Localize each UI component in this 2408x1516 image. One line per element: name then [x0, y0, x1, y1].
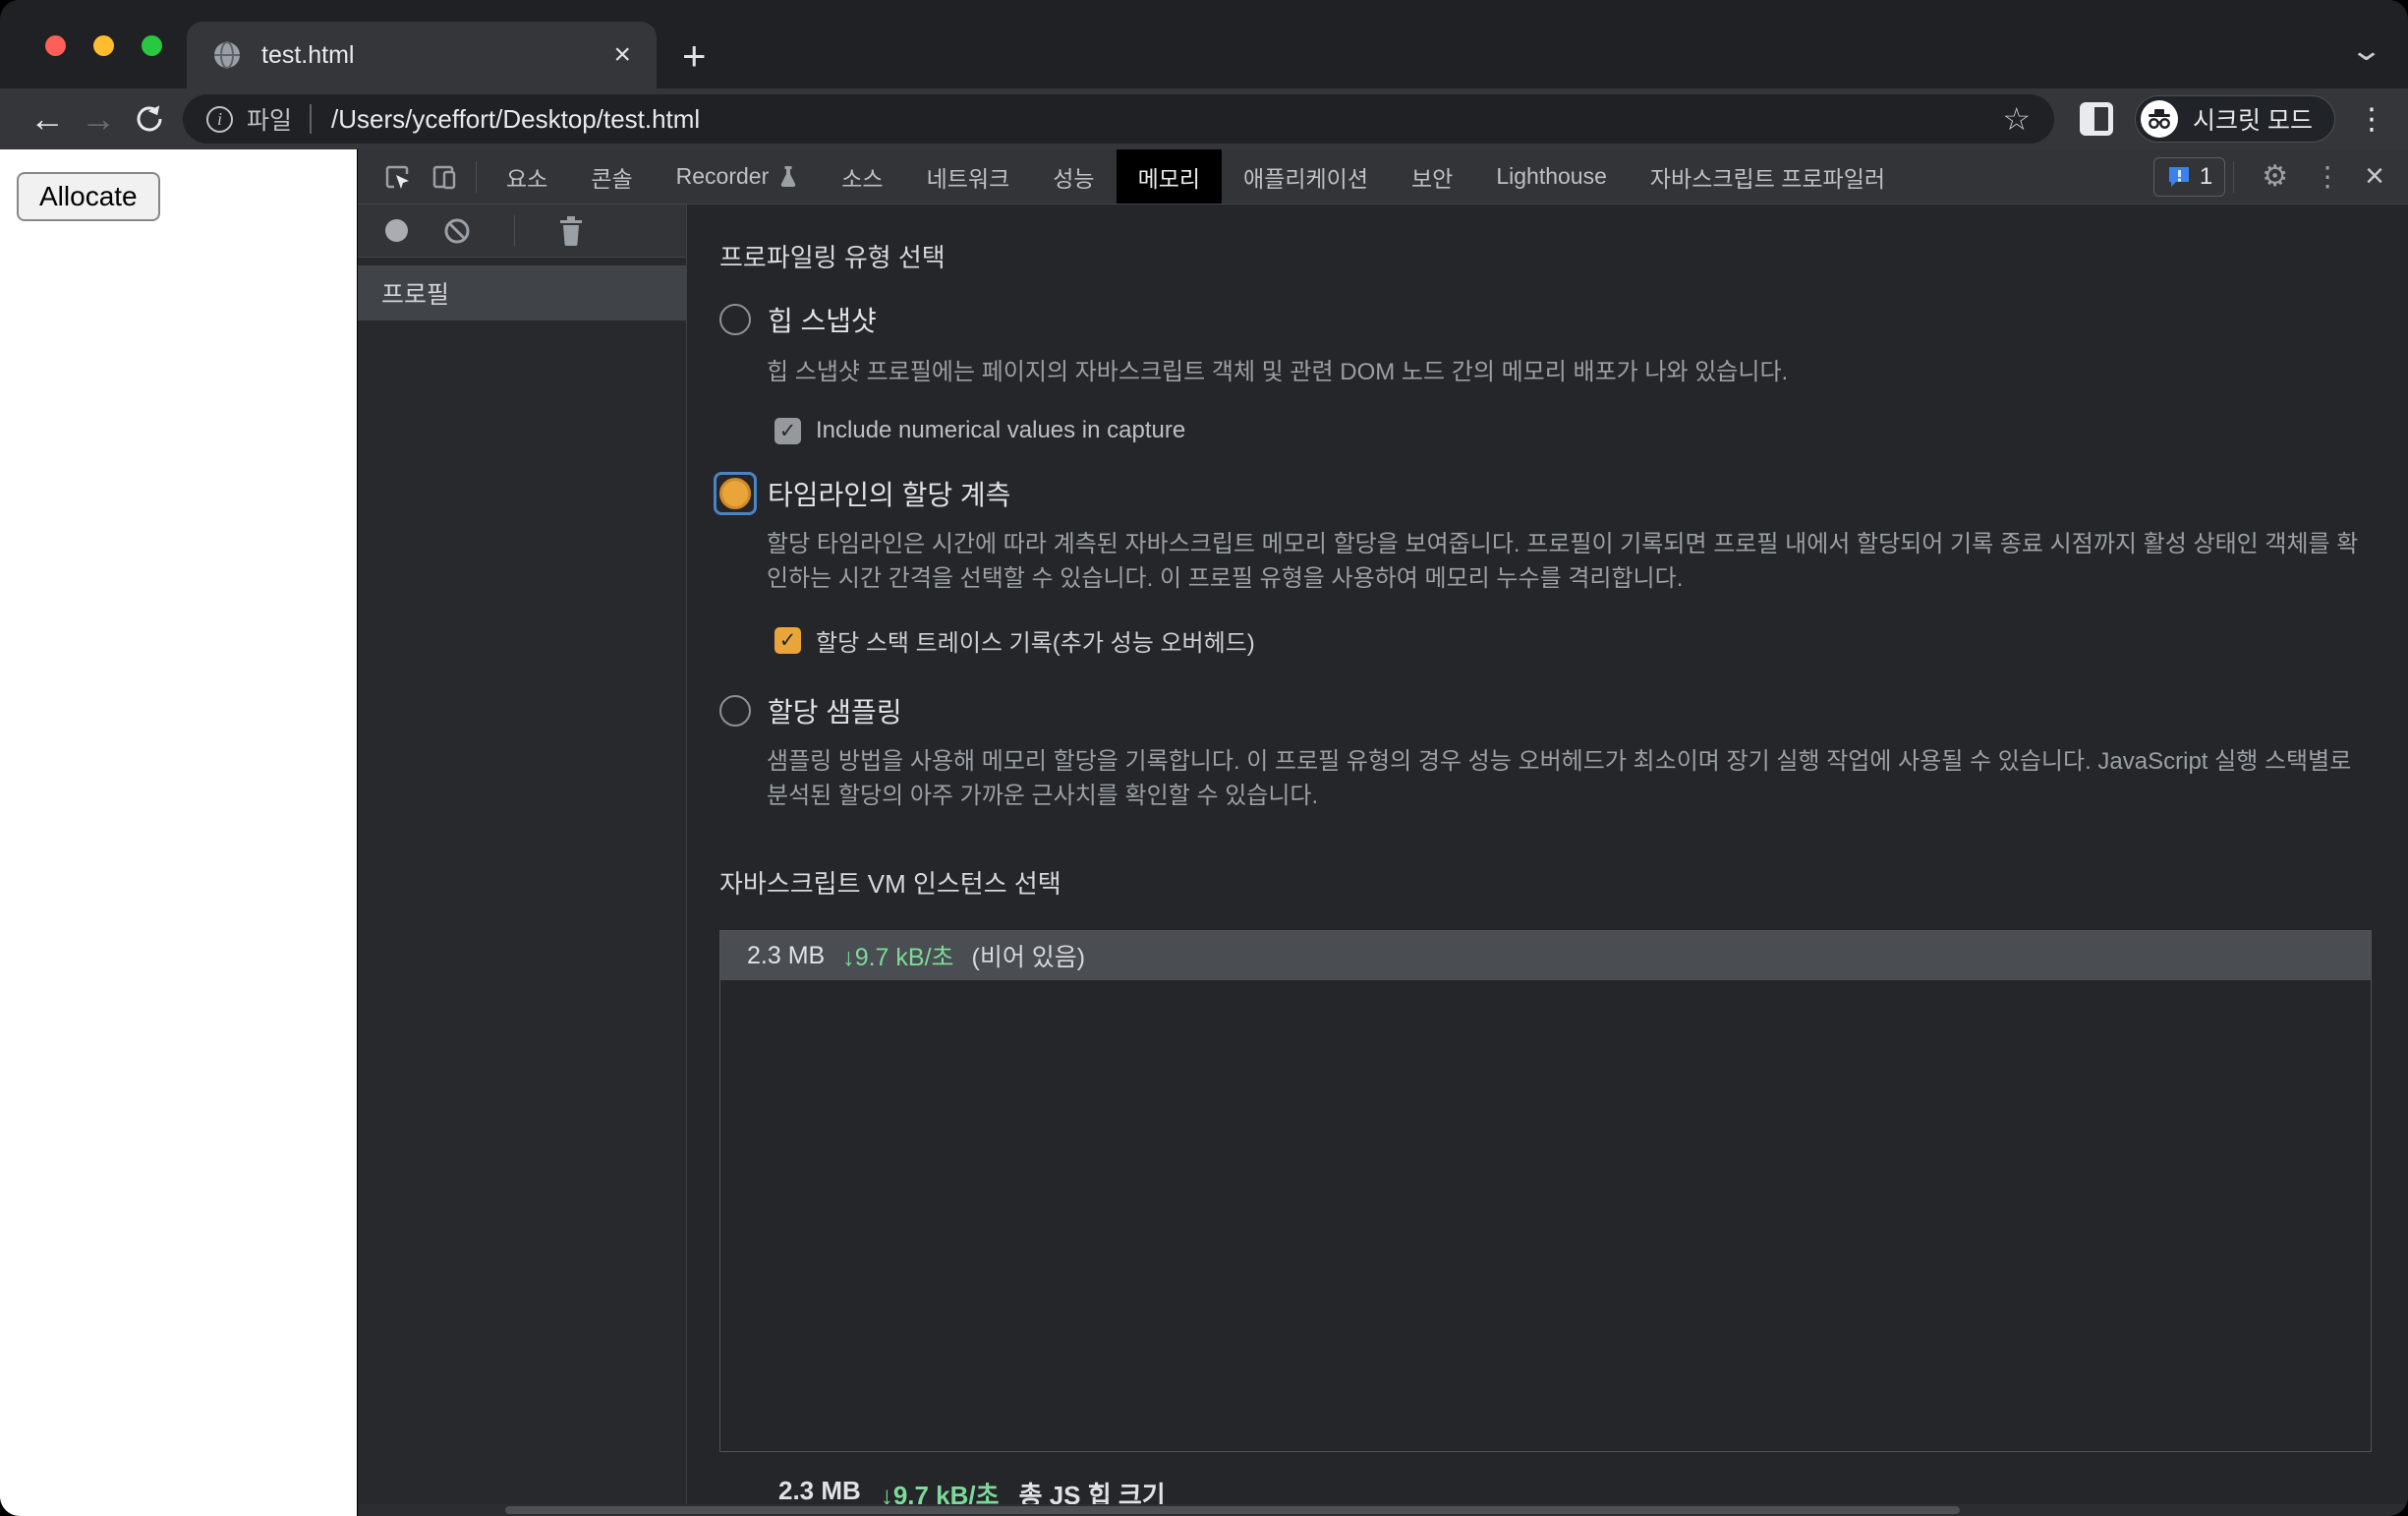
- reload-icon[interactable]: [124, 103, 175, 135]
- info-icon[interactable]: i: [206, 105, 233, 133]
- clear-icon[interactable]: [443, 217, 471, 245]
- include-numerical-checkbox-row[interactable]: Include numerical values in capture: [774, 417, 2372, 444]
- option-description: 힙 스냅샷 프로필에는 페이지의 자바스크립트 객체 및 관련 DOM 노드 간…: [767, 359, 1789, 385]
- flask-icon: [780, 165, 796, 187]
- incognito-label: 시크릿 모드: [2193, 107, 2313, 135]
- tab-memory[interactable]: 메모리: [1116, 149, 1223, 204]
- horizontal-scrollbar[interactable]: [358, 1504, 2408, 1516]
- content-area: Allocate 요소 콘솔 Recorder 소스 네트워크 성능 메모리 애…: [0, 149, 2408, 1516]
- profiles-sidebar: 프로필: [358, 204, 687, 1504]
- memory-toolbar: [358, 204, 686, 258]
- scrollbar-thumb[interactable]: [505, 1506, 1960, 1514]
- tab-js-profiler[interactable]: 자바스크립트 프로파일러: [1629, 149, 1907, 204]
- bookmark-star-icon[interactable]: ☆: [2002, 100, 2031, 138]
- back-icon[interactable]: ←: [22, 98, 73, 140]
- devtools-menu-icon[interactable]: ⋮: [2314, 160, 2341, 193]
- radio-heap-snapshot[interactable]: [719, 304, 751, 335]
- devtools-body: 프로필 프로파일링 유형 선택 힙 스냅샷 힙 스냅샷 프로필에는 페이지의 자…: [358, 204, 2408, 1504]
- option-description: 샘플링 방법을 사용해 메모리 할당을 기록합니다. 이 프로필 유형의 경우 …: [767, 748, 2352, 809]
- side-panel-icon[interactable]: [2080, 102, 2114, 136]
- tab-application[interactable]: 애플리케이션: [1222, 149, 1390, 204]
- omnibox-divider: [310, 104, 313, 134]
- devtools-tabbar-right: 1 ⚙ ⋮ ×: [2152, 156, 2408, 197]
- toolbar-divider: [2233, 160, 2235, 193]
- tab-close-icon[interactable]: ×: [613, 38, 631, 72]
- toolbar-divider: [476, 160, 477, 193]
- globe-icon: [214, 41, 240, 69]
- browser-menu-icon[interactable]: ⋮: [2357, 102, 2386, 137]
- toolbar-divider: [514, 214, 515, 247]
- checkbox-include-numerical[interactable]: [774, 417, 801, 444]
- profiles-header[interactable]: 프로필: [358, 265, 686, 321]
- trash-icon[interactable]: [558, 215, 584, 246]
- total-label: 총 JS 힙 크기: [1018, 1481, 1166, 1504]
- tab-security[interactable]: 보안: [1390, 149, 1474, 204]
- address-toolbar: ← → i 파일 /Users/yceffort/Desktop/test.ht…: [0, 88, 2408, 149]
- devtools-close-icon[interactable]: ×: [2365, 157, 2384, 196]
- tab-title: test.html: [261, 40, 355, 69]
- settings-gear-icon[interactable]: ⚙: [2262, 159, 2288, 194]
- tab-strip: test.html × + ⌄: [0, 0, 2408, 88]
- stack-trace-checkbox-row[interactable]: 할당 스택 트레이스 기록(추가 성능 오버헤드): [774, 623, 2372, 658]
- traffic-lights: [45, 35, 162, 56]
- vm-heap-rate: ↓9.7 kB/초: [842, 944, 954, 971]
- url-text[interactable]: /Users/yceffort/Desktop/test.html: [331, 104, 2002, 135]
- close-window-button[interactable]: [45, 35, 66, 56]
- omnibox[interactable]: i 파일 /Users/yceffort/Desktop/test.html ☆: [183, 94, 2055, 144]
- vm-heap-size: 2.3 MB: [747, 941, 826, 969]
- tab-console[interactable]: 콘솔: [569, 149, 654, 204]
- record-icon[interactable]: [385, 219, 408, 242]
- radio-allocation-sampling[interactable]: [719, 695, 751, 727]
- vm-heading: 자바스크립트 VM 인스턴스 선택: [719, 869, 1061, 899]
- profiling-heading: 프로파일링 유형 선택: [719, 243, 946, 272]
- chevron-down-icon[interactable]: ⌄: [2349, 33, 2383, 68]
- vm-instance-list: 2.3 MB ↓9.7 kB/초 (비어 있음): [719, 930, 2372, 1452]
- total-size: 2.3 MB: [778, 1476, 861, 1504]
- new-tab-button[interactable]: +: [682, 35, 707, 77]
- minimize-window-button[interactable]: [93, 35, 114, 56]
- device-toolbar-icon[interactable]: [421, 149, 468, 204]
- zoom-window-button[interactable]: [142, 35, 162, 56]
- allocate-button[interactable]: Allocate: [17, 172, 160, 221]
- devtools-panel: 요소 콘솔 Recorder 소스 네트워크 성능 메모리 애플리케이션 보안 …: [357, 149, 2408, 1516]
- option-allocation-timeline[interactable]: 타임라인의 할당 계측: [714, 472, 2372, 515]
- browser-tab[interactable]: test.html ×: [187, 22, 657, 88]
- tab-elements[interactable]: 요소: [485, 149, 569, 204]
- vm-instance-row[interactable]: 2.3 MB ↓9.7 kB/초 (비어 있음): [720, 931, 2371, 980]
- total-rate: ↓9.7 kB/초: [880, 1481, 1000, 1504]
- url-scheme-label: 파일: [247, 107, 293, 135]
- vm-empty-note: (비어 있음): [971, 944, 1086, 971]
- option-description: 할당 타임라인은 시간에 따라 계측된 자바스크립트 메모리 할당을 보여줍니다…: [767, 531, 2359, 592]
- radio-allocation-timeline[interactable]: [719, 478, 751, 509]
- radio-focus-ring: [714, 472, 757, 515]
- checkbox-stack-traces[interactable]: [774, 627, 801, 654]
- browser-window: test.html × + ⌄ ← → i 파일 /Users/yceffort…: [0, 0, 2408, 1516]
- issues-count: 1: [2199, 162, 2213, 190]
- tab-sources[interactable]: 소스: [820, 149, 904, 204]
- inspect-element-icon[interactable]: [373, 149, 421, 204]
- incognito-badge: 시크릿 모드: [2135, 95, 2335, 143]
- web-page: Allocate: [0, 149, 357, 1516]
- incognito-icon: [2141, 100, 2179, 138]
- tab-network[interactable]: 네트워크: [905, 149, 1032, 204]
- forward-icon[interactable]: →: [73, 98, 124, 140]
- issues-button[interactable]: 1: [2152, 156, 2226, 197]
- heap-totals: 2.3 MB ↓9.7 kB/초 총 JS 힙 크기: [778, 1476, 2372, 1504]
- devtools-tabbar: 요소 콘솔 Recorder 소스 네트워크 성능 메모리 애플리케이션 보안 …: [358, 149, 2408, 204]
- issues-bubble-icon: [2168, 166, 2189, 187]
- option-allocation-sampling[interactable]: 할당 샘플링: [719, 691, 2372, 730]
- option-heap-snapshot[interactable]: 힙 스냅샷: [719, 300, 2372, 339]
- tab-lighthouse[interactable]: Lighthouse: [1474, 149, 1629, 204]
- memory-panel-main: 프로파일링 유형 선택 힙 스냅샷 힙 스냅샷 프로필에는 페이지의 자바스크립…: [687, 204, 2408, 1504]
- tab-recorder[interactable]: Recorder: [655, 149, 821, 204]
- tab-performance[interactable]: 성능: [1031, 149, 1116, 204]
